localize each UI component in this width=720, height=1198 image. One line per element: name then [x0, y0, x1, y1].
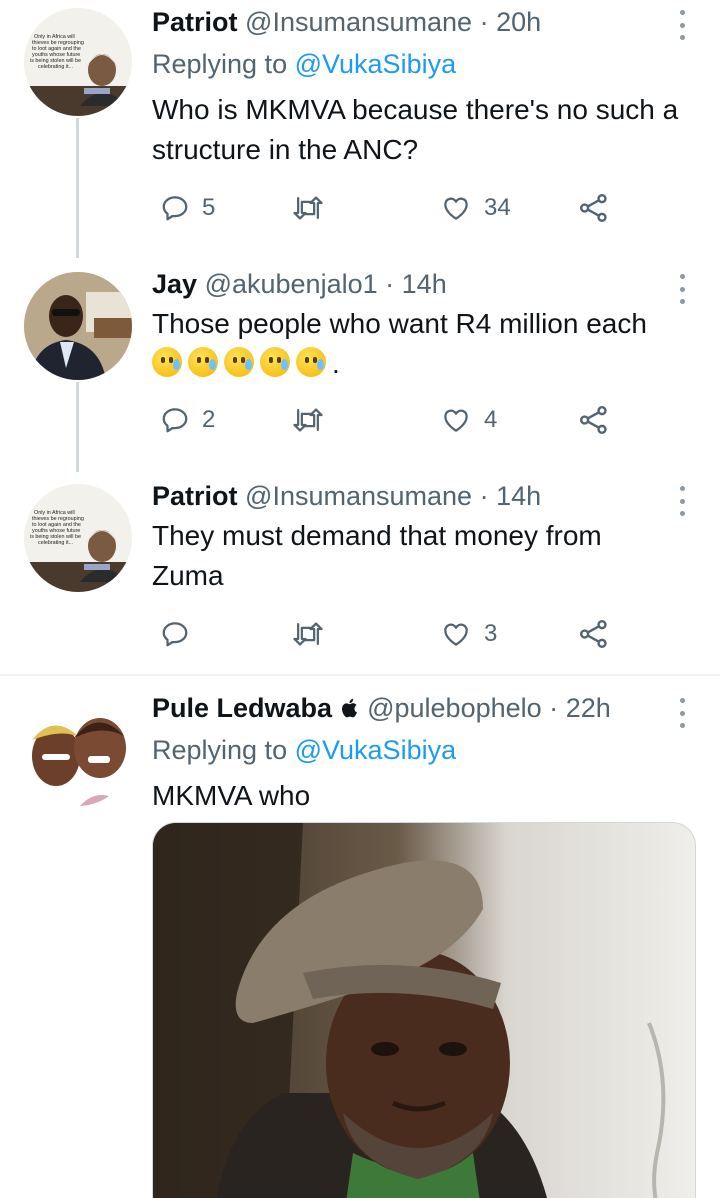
share-button[interactable] [578, 614, 610, 654]
svg-text:celebrating it...: celebrating it... [38, 540, 73, 546]
tweet[interactable]: Jay @akubenjalo1 · 14h Those people who … [0, 258, 720, 472]
avatar-image: Only in Africa will thieves be regroupin… [24, 484, 132, 592]
like-button[interactable]: 3 [440, 614, 497, 654]
tweet-text: Those people who want R4 million each . [152, 304, 696, 384]
replying-label: Replying to [152, 735, 288, 765]
photo-of-man-in-beret [153, 823, 695, 1198]
share-icon [580, 194, 607, 222]
retweet-button[interactable] [292, 614, 336, 654]
timestamp[interactable]: 14h [402, 269, 447, 299]
like-count: 3 [484, 620, 498, 647]
thread-line [76, 382, 79, 472]
avatar[interactable]: Only in Africa will thieves be regroupin… [24, 8, 132, 116]
tweet-text: MKMVA who [152, 780, 311, 811]
like-icon [444, 197, 468, 220]
reply-icon [162, 196, 188, 221]
svg-text:celebrating it...: celebrating it... [38, 64, 73, 70]
tweet[interactable]: Only in Africa will thieves be regroupin… [0, 472, 720, 672]
reply-button[interactable] [160, 614, 202, 654]
replying-to: Replying to @VukaSibiya [152, 44, 456, 84]
like-count: 34 [484, 194, 511, 221]
mention-link[interactable]: @VukaSibiya [295, 49, 457, 79]
more-icon[interactable] [672, 486, 692, 516]
reply-button[interactable]: 5 [160, 188, 215, 228]
tweet[interactable]: Only in Africa will thieves be regroupin… [0, 0, 720, 258]
avatar-image: Only in Africa will thieves be regroupin… [24, 8, 132, 116]
timestamp[interactable]: 20h [496, 7, 541, 37]
author-name[interactable]: Patriot [152, 481, 238, 511]
more-icon[interactable] [672, 698, 692, 728]
replying-to: Replying to @VukaSibiya [152, 730, 456, 770]
tweet[interactable]: Pule Ledwaba @pulebophelo · 22h Replying… [0, 686, 720, 1198]
sweat-smile-emoji [260, 347, 290, 377]
reply-icon [162, 622, 188, 647]
timestamp[interactable]: 22h [566, 693, 611, 723]
author-handle[interactable]: @pulebophelo [367, 693, 542, 723]
like-count: 4 [484, 406, 498, 433]
like-button[interactable]: 4 [440, 400, 497, 440]
reply-count: 2 [202, 406, 216, 433]
more-icon[interactable] [672, 10, 692, 40]
action-bar: 5 34 [152, 188, 696, 228]
separator-dot: · [479, 7, 489, 37]
timestamp[interactable]: 14h [496, 481, 541, 511]
crying-face-emoji [152, 347, 182, 377]
apple-icon [340, 693, 368, 723]
separator-dot: · [549, 693, 559, 723]
action-bar: 2 4 [152, 400, 696, 440]
tweet-text-main: Those people who want R4 million each [152, 308, 647, 339]
avatar[interactable] [24, 698, 132, 806]
reply-button[interactable]: 2 [160, 400, 215, 440]
avatar-image [24, 272, 132, 380]
like-icon [444, 409, 468, 432]
avatar[interactable] [24, 272, 132, 380]
like-button[interactable]: 34 [440, 188, 511, 228]
share-icon [580, 620, 607, 648]
separator-dot: · [479, 481, 489, 511]
tweet-media-image[interactable] [152, 822, 696, 1198]
share-icon [580, 406, 607, 434]
replying-label: Replying to [152, 49, 288, 79]
author-handle[interactable]: @Insumansumane [245, 7, 472, 37]
author-name[interactable]: Jay [152, 269, 197, 299]
divider [0, 674, 720, 676]
retweet-icon [293, 196, 323, 220]
share-button[interactable] [578, 400, 610, 440]
reply-icon [162, 408, 188, 433]
tweet-text: They must demand that money from Zuma [152, 520, 602, 591]
author-name[interactable]: Pule Ledwaba [152, 693, 332, 723]
crying-face-emoji [188, 347, 218, 377]
action-bar: 3 [152, 614, 696, 654]
like-icon [444, 623, 468, 646]
retweet-button[interactable] [292, 400, 336, 440]
crying-face-emoji [224, 347, 254, 377]
tweet-text: Who is MKMVA because there's no such a s… [152, 94, 679, 165]
avatar-image [24, 698, 132, 806]
tweet-text-tail: . [332, 348, 340, 379]
author-handle[interactable]: @akubenjalo1 [205, 269, 378, 299]
thread-line [76, 118, 79, 258]
mention-link[interactable]: @VukaSibiya [295, 735, 457, 765]
retweet-button[interactable] [292, 188, 336, 228]
share-button[interactable] [578, 188, 610, 228]
author-handle[interactable]: @Insumansumane [245, 481, 472, 511]
avatar[interactable]: Only in Africa will thieves be regroupin… [24, 484, 132, 592]
separator-dot: · [385, 269, 395, 299]
more-icon[interactable] [672, 274, 692, 304]
author-name[interactable]: Patriot [152, 7, 238, 37]
reply-count: 5 [202, 194, 216, 221]
retweet-icon [293, 622, 323, 646]
retweet-icon [293, 408, 323, 432]
sweat-smile-emoji [296, 347, 326, 377]
